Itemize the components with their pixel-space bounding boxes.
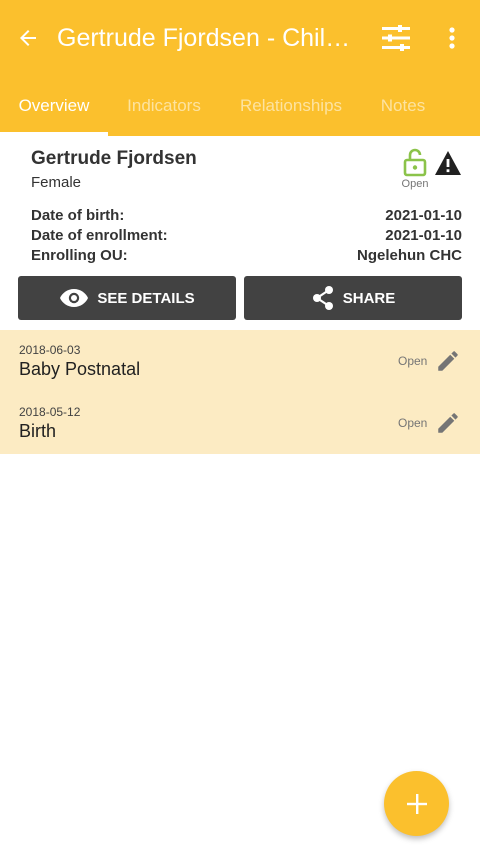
event-date: 2018-06-03	[19, 343, 81, 357]
tab-indicators[interactable]: Indicators	[112, 76, 216, 136]
enrollment-date-row: Date of enrollment: 2021-01-10	[31, 227, 462, 247]
profile-card: Gertrude Fjordsen Female Open Date of bi…	[0, 136, 480, 330]
event-status: Open	[398, 416, 428, 430]
event-name: Birth	[19, 421, 57, 441]
tab-relationships[interactable]: Relationships	[226, 76, 356, 136]
enrolling-ou-value: Ngelehun CHC	[357, 247, 462, 264]
share-label: SHARE	[342, 289, 396, 307]
app-bar: Gertrude Fjordsen - Child Programme Over…	[0, 0, 480, 136]
tab-bar: Overview Indicators Relationships Notes	[0, 76, 480, 136]
share-button[interactable]: SHARE	[244, 276, 462, 320]
see-details-label: SEE DETAILS	[97, 289, 195, 307]
event-name: Baby Postnatal	[19, 359, 141, 379]
share-icon	[311, 285, 335, 311]
tei-name: Gertrude Fjordsen	[31, 148, 197, 169]
add-event-fab[interactable]	[384, 771, 449, 836]
tab-overview[interactable]: Overview	[0, 76, 108, 136]
enrollment-status: Open	[401, 178, 429, 190]
plus-icon	[406, 793, 427, 814]
edit-event-button[interactable]	[434, 347, 462, 375]
event-status: Open	[398, 354, 428, 368]
page-title: Gertrude Fjordsen - Child Programme	[57, 24, 362, 52]
more-vert-icon	[449, 27, 455, 49]
enrolling-ou-label: Enrolling OU:	[31, 247, 128, 264]
pencil-icon	[438, 413, 458, 433]
overflow-menu-button[interactable]	[436, 20, 468, 56]
filter-list-icon	[382, 25, 410, 51]
enrollment-date-label: Date of enrollment:	[31, 227, 168, 244]
tei-sex: Female	[31, 174, 82, 191]
enrollment-date-value: 2021-01-10	[385, 227, 462, 244]
warning-icon[interactable]	[433, 149, 463, 177]
event-item-baby-postnatal[interactable]: 2018-06-03 Baby Postnatal Open	[0, 330, 480, 392]
enrolling-ou-row: Enrolling OU: Ngelehun CHC	[31, 247, 462, 267]
lock-open-icon[interactable]	[401, 146, 429, 178]
arrow-back-icon	[20, 30, 36, 46]
pencil-icon	[438, 351, 458, 371]
see-details-button[interactable]: SEE DETAILS	[18, 276, 236, 320]
back-button[interactable]	[10, 20, 46, 56]
tab-notes[interactable]: Notes	[366, 76, 440, 136]
date-of-birth-label: Date of birth:	[31, 207, 125, 224]
filter-button[interactable]	[376, 20, 416, 56]
toolbar: Gertrude Fjordsen - Child Programme	[0, 0, 480, 76]
date-of-birth-row: Date of birth: 2021-01-10	[31, 207, 462, 227]
event-date: 2018-05-12	[19, 405, 81, 419]
edit-event-button[interactable]	[434, 409, 462, 437]
eye-icon	[59, 287, 89, 309]
event-list: 2018-06-03 Baby Postnatal Open 2018-05-1…	[0, 330, 480, 454]
date-of-birth-value: 2021-01-10	[385, 207, 462, 224]
event-item-birth[interactable]: 2018-05-12 Birth Open	[0, 392, 480, 454]
